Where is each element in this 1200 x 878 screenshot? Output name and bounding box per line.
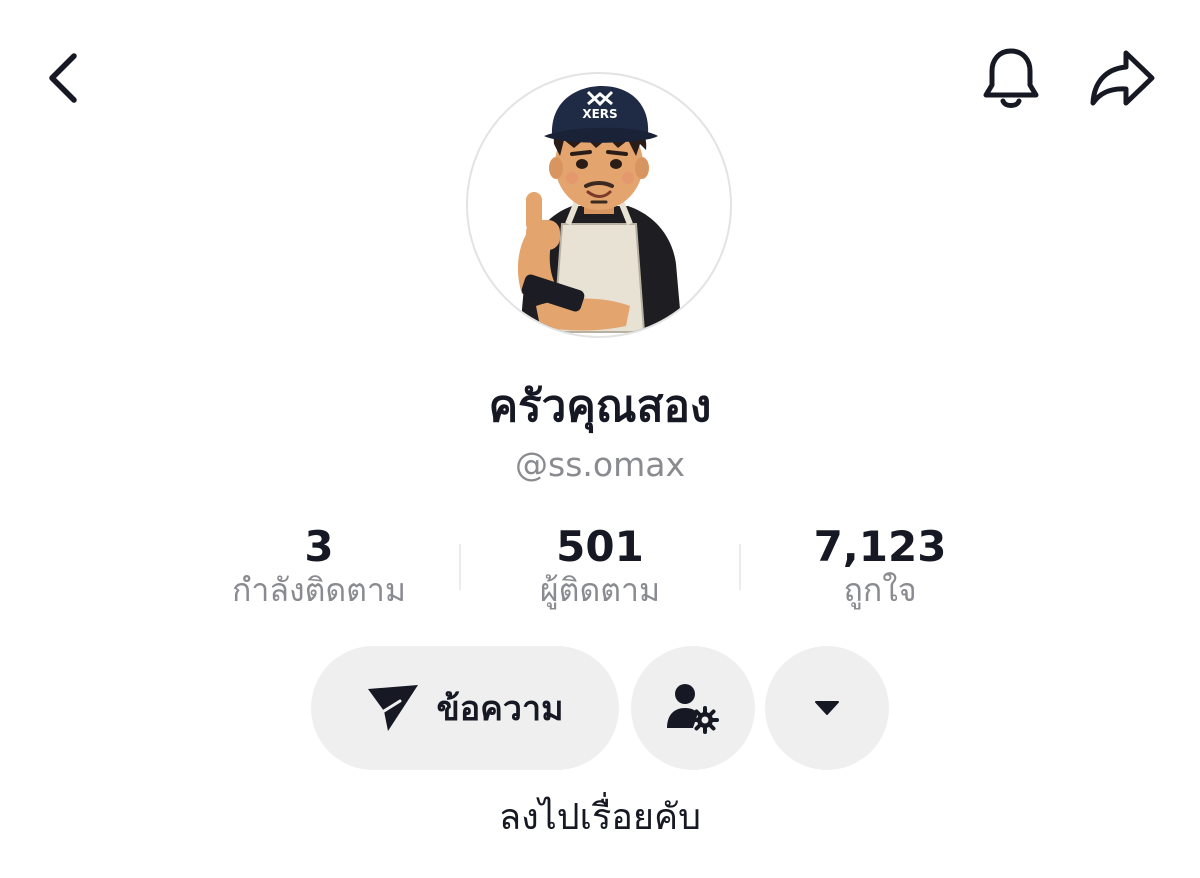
likes-stat[interactable]: 7,123 ถูกใจ [740,520,1020,610]
followers-label: ผู้ติดตาม [539,571,661,609]
avatar[interactable]: XERS [466,72,732,338]
notification-bell-button[interactable] [976,40,1046,116]
likes-count: 7,123 [813,522,947,571]
following-stat[interactable]: 3 กำลังติดตาม [179,520,459,610]
avatar-illustration: XERS [517,86,682,333]
person-gear-icon [667,684,719,734]
following-count: 3 [304,522,334,571]
share-button[interactable] [1084,42,1160,114]
message-button[interactable]: ข้อความ [311,646,619,770]
caret-down-icon [815,701,839,715]
message-button-label: ข้อความ [436,689,564,729]
share-arrow-icon [1090,50,1155,106]
following-label: กำลังติดตาม [232,571,406,609]
back-button[interactable] [30,42,94,114]
avatar-cap-text: XERS [582,107,617,121]
followers-stat[interactable]: 501 ผู้ติดตาม [460,520,740,610]
display-name: ครัวคุณสอง [488,381,712,432]
likes-label: ถูกใจ [843,571,917,609]
stats-row: 3 กำลังติดตาม 501 ผู้ติดตาม 7,123 ถูกใจ [0,520,1200,620]
bio-text: ลงไปเรื่อยคับ [499,797,701,838]
username: @ss.omax [515,445,685,484]
chevron-left-icon [49,53,77,103]
send-icon [368,685,419,731]
bell-icon [983,48,1039,108]
followers-count: 501 [556,522,644,571]
more-options-button[interactable] [765,646,889,770]
friend-settings-button[interactable] [631,646,755,770]
